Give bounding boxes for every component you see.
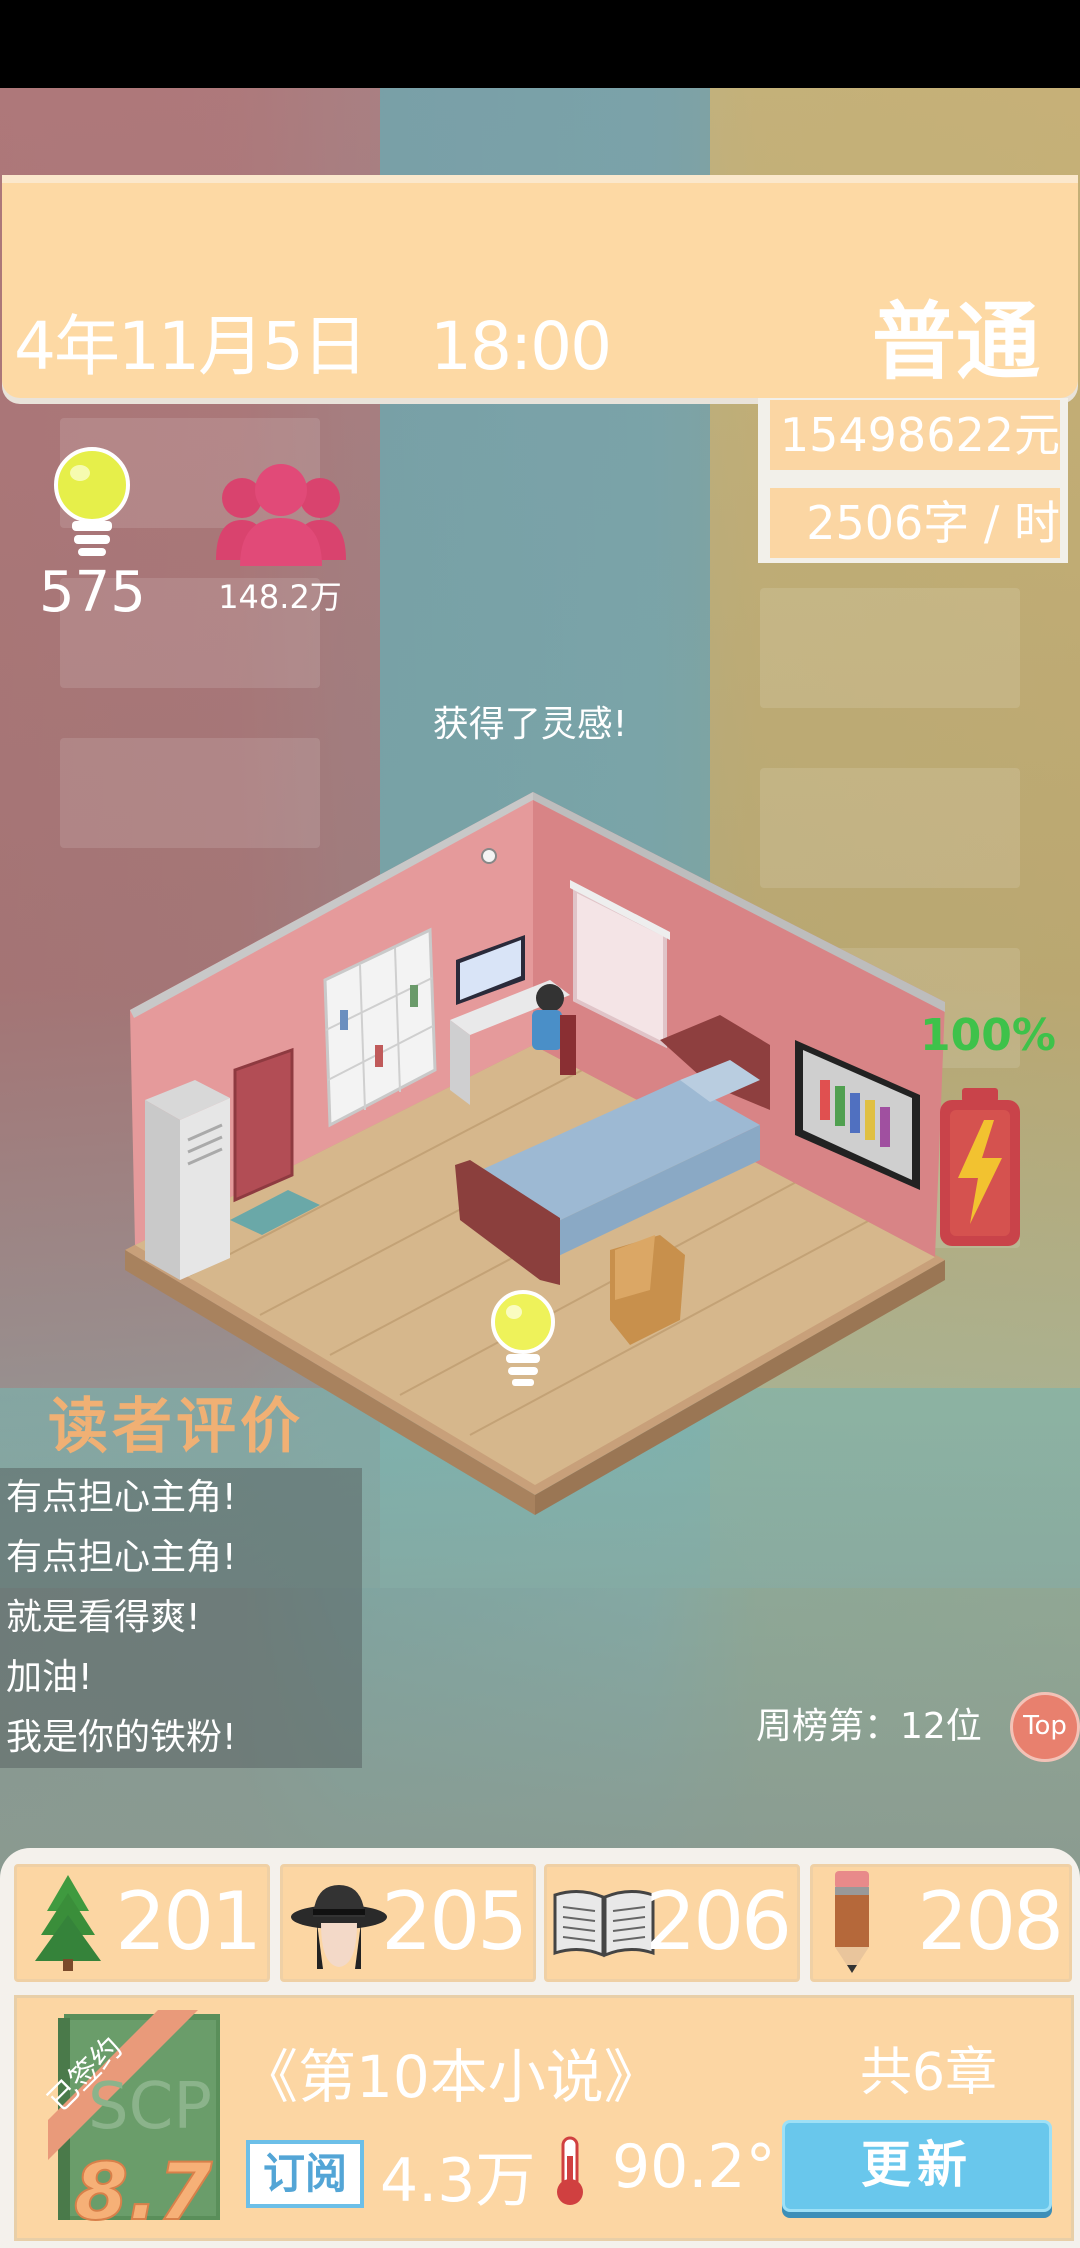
thermometer-icon: [552, 2136, 588, 2208]
stat-card-book[interactable]: 206: [544, 1864, 800, 1982]
detective-icon: [289, 1877, 389, 1975]
writing-speed: 2506字 / 时: [770, 488, 1060, 558]
chapter-count: 共6章: [860, 2043, 998, 2103]
stat-card-pencil[interactable]: 208: [810, 1864, 1072, 1982]
stat-value: 208: [917, 1875, 1064, 1968]
update-button[interactable]: 更新: [782, 2120, 1052, 2212]
floor-lightbulb-icon[interactable]: [488, 1288, 558, 1393]
money-amount: 15498622元: [770, 400, 1060, 470]
heat-value: 90.2°: [612, 2132, 776, 2202]
stat-card-tree[interactable]: 201: [14, 1864, 270, 1982]
lightbulb-icon: [50, 445, 135, 575]
difficulty-mode[interactable]: 普通: [872, 275, 1040, 396]
reviews-list: 有点担心主角! 有点担心主角! 就是看得爽! 加油! 我是你的铁粉!: [0, 1468, 362, 1768]
top-status-panel: 4年11月5日 18:00 普通: [2, 175, 1078, 398]
battery-icon[interactable]: [938, 1088, 1022, 1248]
top-ranking-button[interactable]: Top: [1010, 1692, 1080, 1762]
stat-card-detective[interactable]: 205: [280, 1864, 536, 1982]
fans-count: 148.2万: [218, 578, 342, 616]
review-item: 就是看得爽!: [6, 1597, 201, 1638]
inspiration-count: 575: [39, 560, 146, 625]
date-time: 4年11月5日 18:00: [14, 308, 612, 385]
cover-text: SCP: [88, 2070, 212, 2144]
book-icon: [551, 1887, 657, 1963]
pencil-icon: [827, 1869, 877, 1979]
reviews-title: 读者评价: [48, 1392, 304, 1462]
review-item: 我是你的铁粉!: [6, 1717, 237, 1758]
review-item: 加油!: [6, 1657, 93, 1698]
review-item: 有点担心主角!: [6, 1537, 237, 1578]
novel-score: 8.7: [73, 2147, 213, 2239]
inspiration-hint: 获得了灵感!: [432, 704, 628, 745]
stat-value: 206: [645, 1875, 792, 1968]
tree-icon: [33, 1873, 103, 1977]
weekly-rank: 周榜第：12位: [756, 1706, 982, 1747]
subscribe-badge: 订阅: [246, 2140, 364, 2208]
novel-title[interactable]: 《第10本小说》: [240, 2030, 662, 2114]
review-item: 有点担心主角!: [6, 1477, 237, 1518]
subscribe-count: 4.3万: [380, 2146, 536, 2216]
fans-icon: [212, 460, 350, 570]
stat-value: 205: [381, 1875, 528, 1968]
finance-box: 15498622元 2506字 / 时: [758, 398, 1068, 563]
stat-value: 201: [115, 1875, 262, 1968]
battery-percent: 100%: [920, 1010, 1056, 1061]
